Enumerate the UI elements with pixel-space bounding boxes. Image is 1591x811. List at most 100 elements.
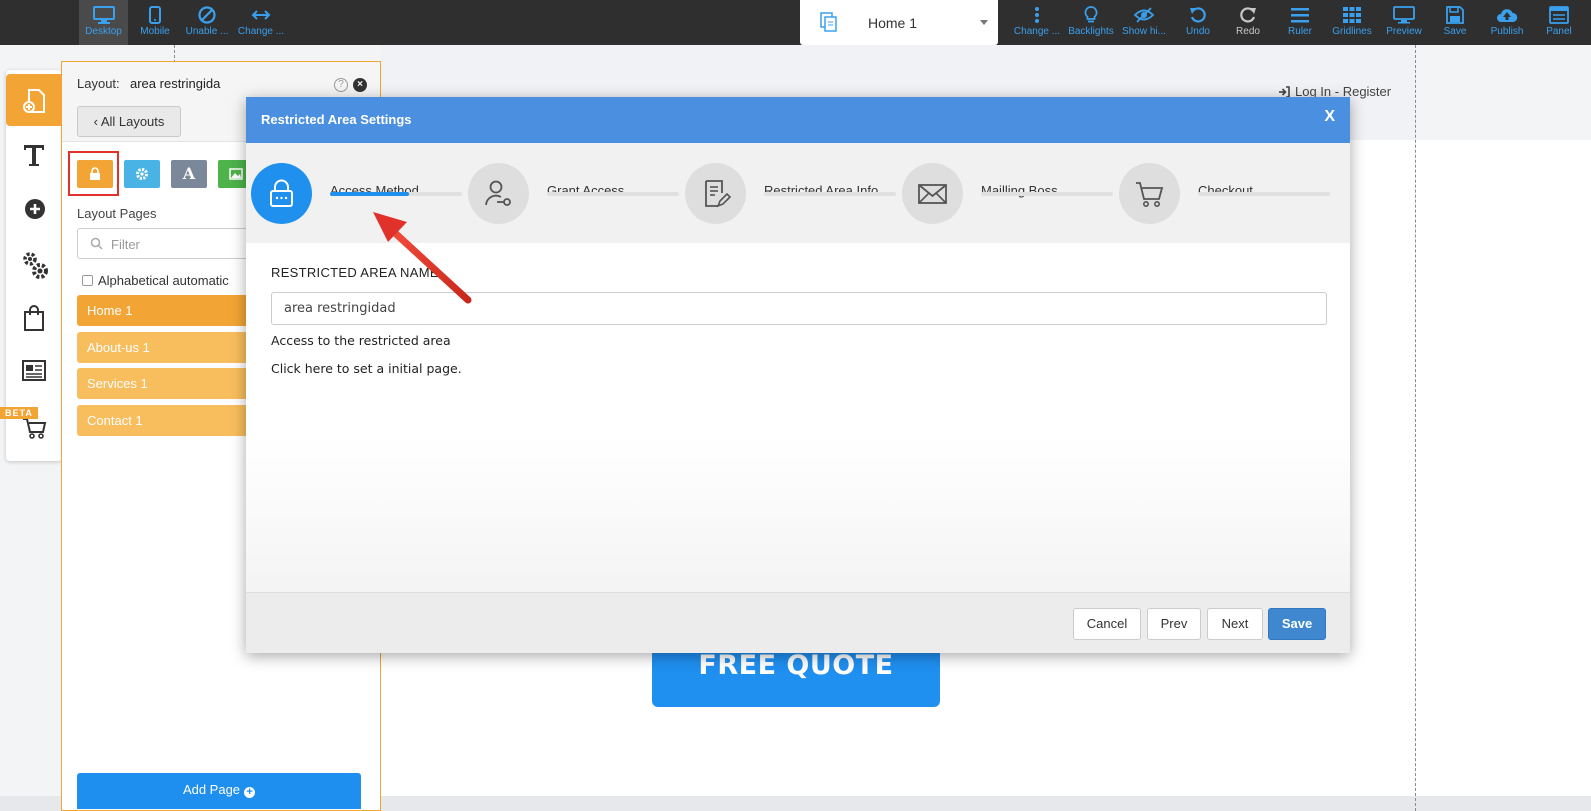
ruler-button[interactable]: Ruler [1276,0,1324,45]
access-restricted-text: Access to the restricted area [271,333,451,348]
checkbox-box[interactable] [82,275,93,286]
image-icon [229,168,243,180]
text-tool[interactable] [6,128,62,180]
alphabetical-checkbox[interactable]: Alphabetical automatic [82,273,229,288]
step-restricted-area-info[interactable] [685,163,746,224]
blog-tool[interactable] [6,344,62,396]
settings-tool[interactable] [6,236,62,288]
layout-pages-title: Layout Pages [77,206,157,221]
modal-footer: Cancel Prev Next Save [246,592,1350,653]
pages-tool[interactable] [6,74,62,126]
eye-slash-icon [1133,7,1155,23]
cancel-button[interactable]: Cancel [1073,608,1141,640]
add-page-button[interactable]: Add Page + [77,773,361,809]
step-progress-checkout [1198,192,1330,196]
mobile-icon [149,6,161,24]
publish-button[interactable]: Publish [1481,0,1533,45]
guide-line-right [1415,45,1416,811]
page-select-value: Home 1 [868,15,918,31]
lightbulb-icon [1084,6,1098,23]
gridlines-button[interactable]: Gridlines [1327,0,1377,45]
prev-button[interactable]: Prev [1147,608,1201,640]
envelope-icon [918,184,947,204]
modal-close-button[interactable]: X [1324,108,1335,126]
floppy-icon [1446,6,1464,24]
save-button[interactable]: Save [1268,608,1326,640]
step-mailling-boss[interactable] [902,163,963,224]
desktop-icon [92,6,115,24]
step-access-method[interactable] [251,163,312,224]
cart-icon [1136,182,1164,207]
modal-title: Restricted Area Settings [261,112,412,127]
step-grant-access[interactable] [468,163,529,224]
tab-settings[interactable] [124,160,160,188]
undo-button[interactable]: Undo [1174,0,1222,45]
set-initial-page-link[interactable]: Click here to set a initial page. [271,361,462,376]
show-hidden-button[interactable]: Show hi... [1118,0,1170,45]
plus-circle-icon: + [244,787,256,798]
user-key-icon [485,180,511,206]
all-layouts-button[interactable]: ‹ All Layouts [77,106,181,137]
shopping-bag-icon [24,305,44,331]
monitor-icon [1393,6,1415,24]
newspaper-icon [22,360,46,381]
chevron-down-icon [980,20,988,25]
next-button[interactable]: Next [1207,608,1263,640]
store-tool[interactable] [6,290,62,342]
layout-name: area restringida [130,76,221,91]
plus-circle-icon [25,199,45,219]
font-icon: A [182,164,196,183]
ban-icon [198,6,216,24]
change-width-button[interactable]: Change ... [234,0,288,45]
help-icon[interactable]: ? [334,78,348,92]
document-edit-icon [705,180,731,208]
unable-button[interactable]: Unable ... [181,0,233,45]
save-toolbar-button[interactable]: Save [1431,0,1479,45]
beta-badge: BETA [0,407,38,419]
mobile-button[interactable]: Mobile [131,0,179,45]
filter-placeholder: Filter [111,237,140,252]
left-icon-bar: BETA [0,70,62,461]
grid-icon [1343,7,1361,23]
add-element-tool[interactable] [6,182,62,234]
step-progress-mailling-boss [981,192,1113,196]
step-progress-restricted-area-info [764,192,896,196]
search-icon [90,237,103,250]
panel-button[interactable]: Panel [1535,0,1583,45]
close-icon[interactable]: × [353,78,367,92]
modal-header: Restricted Area Settings X [246,97,1350,143]
vertical-dots-icon [1035,7,1039,23]
ruler-icon [1291,8,1309,23]
step-progress-grant-access [547,192,679,196]
text-icon [24,145,44,166]
add-page-icon [23,89,45,113]
annotation-highlight-box [68,151,119,196]
step-checkout[interactable] [1119,163,1180,224]
wizard-steps: Access Method Grant Access Restricted Ar… [246,143,1350,243]
gears-icon [23,252,48,279]
preview-button[interactable]: Preview [1379,0,1429,45]
restricted-area-modal: Restricted Area Settings X Access Method… [246,97,1350,653]
restricted-area-name-input[interactable] [271,292,1327,325]
step-progress-access-method [330,192,462,196]
canvas-side-area [1415,140,1591,796]
arrows-horizontal-icon [251,10,271,20]
step-progress-fill [330,192,410,196]
top-toolbar: Desktop Mobile Unable ... Change ... Hom… [0,0,1591,45]
backlights-button[interactable]: Backlights [1065,0,1117,45]
restricted-area-name-label: RESTRICTED AREA NAME [271,265,439,280]
lock-icon [270,179,293,207]
pages-icon [820,12,837,32]
gear-icon [136,168,148,180]
tab-fonts[interactable]: A [171,160,207,188]
cloud-upload-icon [1497,9,1518,22]
ecommerce-tool[interactable] [6,398,62,450]
modal-body-fade [246,437,1350,592]
desktop-button[interactable]: Desktop [79,0,128,45]
layout-label: Layout: [77,76,120,91]
panel-icon [1549,6,1569,24]
redo-icon [1240,7,1256,23]
redo-button[interactable]: Redo [1224,0,1272,45]
change-button[interactable]: Change ... [1010,0,1064,45]
page-select-dropdown[interactable]: Home 1 [800,0,998,45]
